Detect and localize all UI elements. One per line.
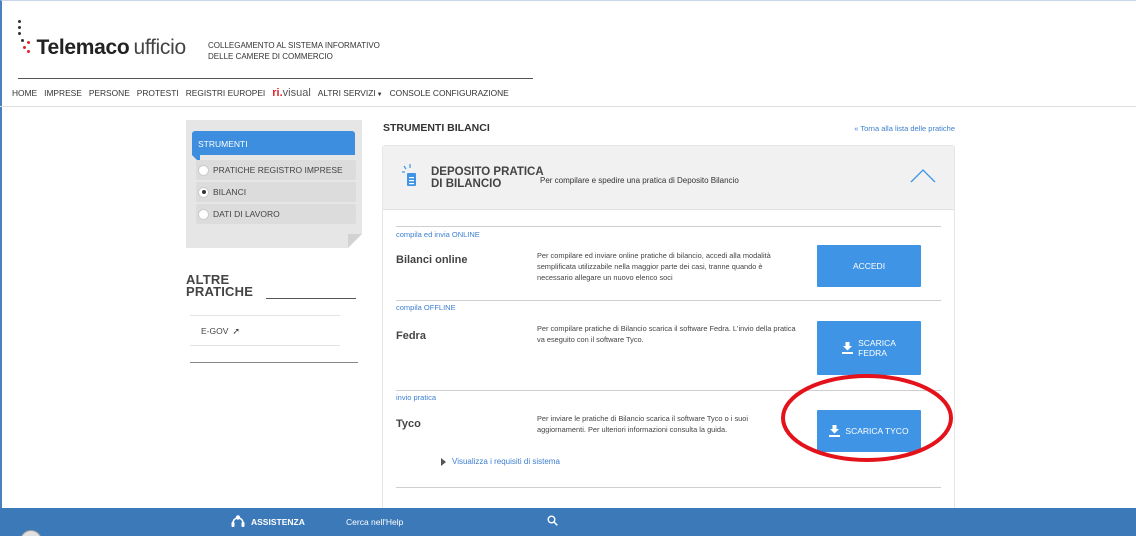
section-name-bilanci-online: Bilanci online — [396, 254, 468, 266]
section-text-bilanci-online: Per compilare ed inviare online pratiche… — [537, 251, 771, 282]
scarica-fedra-label: SCARICA FEDRA — [858, 338, 896, 358]
menu-item-altri-servizi[interactable]: ALTRI SERVIZI▼ — [318, 88, 383, 98]
assistenza-link[interactable]: ASSISTENZA — [251, 517, 305, 527]
subtitle-line1: COLLEGAMENTO AL SISTEMA INFORMATIVO — [208, 41, 380, 50]
altri-servizi-label: ALTRI SERVIZI — [317, 88, 376, 98]
altre-divider — [266, 298, 356, 299]
footer-bar — [0, 508, 1136, 536]
radio-icon — [198, 164, 209, 176]
page-fold-decoration — [348, 234, 362, 248]
deposito-description: Per compilare e spedire una pratica di D… — [540, 176, 739, 185]
brand-name-text: Telemaco — [36, 36, 130, 59]
section-text-tyco: Per inviare le pratiche di Bilancio scar… — [537, 414, 749, 434]
section-label-offline: compila OFFLINE — [396, 303, 456, 312]
rivisual-prefix: ri. — [272, 87, 283, 99]
menu-item-protesti[interactable]: PROTESTI — [137, 88, 179, 98]
section-divider — [396, 226, 941, 227]
radio-selected-icon — [198, 186, 209, 198]
section-divider — [396, 487, 941, 488]
logo-subtitle: COLLEGAMENTO AL SISTEMA INFORMATIVO DELL… — [208, 40, 380, 62]
menu-item-registri-europei[interactable]: REGISTRI EUROPEI — [186, 88, 266, 98]
tool-bilanci[interactable]: BILANCI — [196, 182, 356, 202]
deposito-line1: DEPOSITO PRATICA — [431, 166, 544, 178]
requirements-link[interactable]: Visualizza i requisiti di sistema — [441, 457, 560, 466]
tools-title: STRUMENTI — [192, 131, 355, 155]
section-divider — [396, 390, 941, 391]
headset-icon — [231, 515, 245, 527]
download-icon — [842, 342, 854, 354]
menu-divider — [0, 106, 1136, 107]
scarica-fedra-line1: SCARICA — [858, 338, 896, 348]
tool-pratiche-registro-imprese[interactable]: PRATICHE REGISTRO IMPRESE — [196, 160, 356, 180]
menu-item-home[interactable]: HOME — [12, 88, 37, 98]
menu-item-rivisual[interactable]: ri.visual — [272, 87, 311, 99]
requirements-label: Visualizza i requisiti di sistema — [452, 457, 560, 466]
download-icon — [829, 425, 841, 437]
search-icon[interactable] — [547, 515, 558, 526]
menu-item-console[interactable]: CONSOLE CONFIGURAZIONE — [390, 88, 509, 98]
section-name-fedra: Fedra — [396, 330, 426, 342]
scarica-tyco-button[interactable]: SCARICA TYCO — [817, 410, 921, 452]
sidebar-bottom-divider — [190, 362, 358, 363]
back-to-list-link[interactable]: « Torna alla lista delle pratiche — [854, 124, 955, 133]
radio-icon — [198, 208, 209, 220]
help-search-link[interactable]: Cerca nell'Help — [346, 517, 403, 527]
altre-pratiche-heading: ALTRE PRATICHE — [186, 273, 254, 299]
logo-dots-icon — [18, 20, 32, 60]
external-link-icon: ➚ — [232, 326, 240, 336]
brand-suffix: ufficio — [133, 36, 186, 59]
scarica-tyco-label: SCARICA TYCO — [845, 426, 909, 436]
section-divider — [396, 300, 941, 301]
section-label-invio: invio pratica — [396, 393, 437, 402]
menu-item-imprese[interactable]: IMPRESE — [44, 88, 82, 98]
egov-label: E-GOV — [201, 326, 229, 336]
egov-link[interactable]: E-GOV ➚ — [201, 326, 240, 337]
menu-item-persone[interactable]: PERSONE — [89, 88, 130, 98]
deposito-title: DEPOSITO PRATICA DI BILANCIO — [431, 166, 544, 190]
subtitle-line2: DELLE CAMERE DI COMMERCIO — [208, 52, 333, 61]
egov-top-divider — [190, 315, 340, 316]
scarica-fedra-button[interactable]: SCARICA FEDRA — [817, 321, 921, 375]
main-menu: HOME IMPRESE PERSONE PROTESTI REGISTRI E… — [12, 85, 516, 101]
document-icon — [402, 164, 416, 186]
tool-label: BILANCI — [213, 187, 247, 197]
section-text-fedra: Per compilare pratiche di Bilancio scari… — [537, 324, 796, 344]
header-divider — [18, 78, 533, 79]
section-name-tyco: Tyco — [396, 418, 421, 430]
tool-dati-di-lavoro[interactable]: DATI DI LAVORO — [196, 204, 356, 224]
tool-label: PRATICHE REGISTRO IMPRESE — [213, 165, 343, 175]
egov-bottom-divider — [190, 345, 340, 346]
altre-line2: PRATICHE — [186, 284, 254, 299]
triangle-right-icon — [441, 457, 446, 466]
telemaco-logo[interactable]: TTelemacoufficio COLLEGAMENTO AL SISTEMA… — [18, 20, 418, 62]
section-label-online: compila ed invia ONLINE — [396, 230, 480, 239]
brand-name: TTelemacoufficio — [36, 36, 186, 60]
scarica-fedra-line2: FEDRA — [858, 348, 887, 358]
accedi-button[interactable]: ACCEDI — [817, 245, 921, 287]
chevron-up-icon[interactable] — [910, 167, 936, 183]
tool-label: DATI DI LAVORO — [213, 209, 280, 219]
page-title: STRUMENTI BILANCI — [383, 122, 490, 134]
rivisual-suffix: visual — [282, 87, 311, 99]
accedi-label: ACCEDI — [852, 261, 886, 271]
deposito-line2: DI BILANCIO — [431, 178, 502, 190]
caret-down-icon: ▼ — [376, 92, 383, 98]
